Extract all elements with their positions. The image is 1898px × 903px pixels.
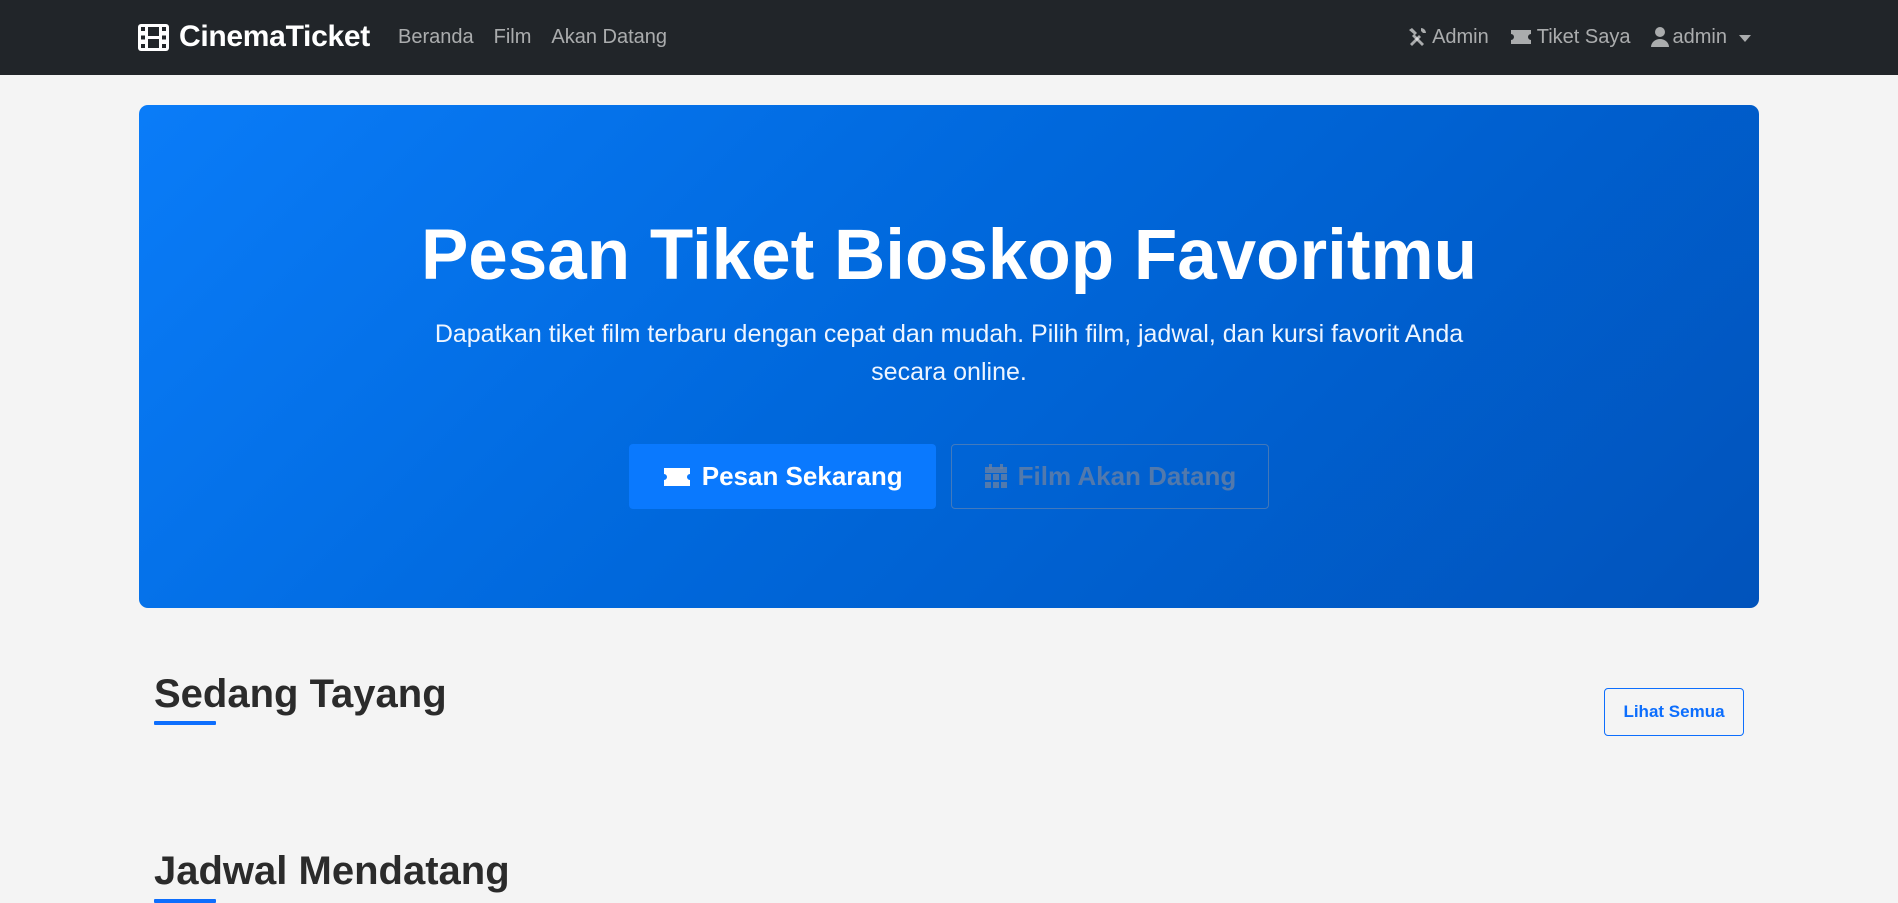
nav-admin-label: Admin	[1432, 26, 1489, 48]
tools-icon	[1409, 28, 1427, 46]
user-nav: Admin Tiket Saya admin	[1386, 24, 1751, 50]
nav-beranda[interactable]: Beranda	[398, 24, 474, 50]
user-name: admin	[1672, 26, 1727, 48]
chevron-down-icon	[1739, 34, 1751, 42]
upcoming-schedule-underline	[154, 899, 216, 903]
calendar-icon	[984, 463, 1007, 488]
film-icon	[138, 23, 169, 51]
nav-admin[interactable]: Admin	[1406, 24, 1489, 50]
nav-film[interactable]: Film	[494, 24, 532, 50]
upcoming-schedule-title: Jadwal Mendatang	[154, 849, 510, 893]
see-all-button[interactable]: Lihat Semua	[1604, 688, 1744, 736]
hero-subtitle: Dapatkan tiket film terbaru dengan cepat…	[434, 320, 1464, 386]
top-navbar: CinemaTicket Beranda Film Akan Datang Ad…	[0, 0, 1898, 75]
upcoming-films-button[interactable]: Film Akan Datang	[950, 444, 1270, 509]
hero-actions: Pesan Sekarang Film Akan Datang	[139, 444, 1759, 509]
now-showing-title: Sedang Tayang	[154, 672, 447, 716]
hero-banner: Pesan Tiket Bioskop Favoritmu Dapatkan t…	[139, 105, 1759, 608]
user-dropdown[interactable]: admin	[1650, 24, 1751, 50]
now-showing-underline	[154, 721, 216, 725]
book-now-label: Pesan Sekarang	[701, 461, 903, 491]
ticket-icon	[663, 467, 690, 486]
user-icon	[1650, 27, 1669, 47]
main-nav: Beranda Film Akan Datang	[398, 24, 687, 50]
brand-name: CinemaTicket	[179, 20, 370, 53]
nav-akan-datang[interactable]: Akan Datang	[551, 24, 667, 50]
brand-link[interactable]: CinemaTicket	[138, 18, 370, 56]
hero-title: Pesan Tiket Bioskop Favoritmu	[420, 216, 1478, 295]
nav-tiket-saya[interactable]: Tiket Saya	[1509, 24, 1631, 50]
ticket-icon	[1510, 30, 1531, 44]
upcoming-films-label: Film Akan Datang	[1017, 461, 1237, 491]
book-now-button[interactable]: Pesan Sekarang	[628, 444, 936, 509]
nav-tiket-saya-label: Tiket Saya	[1536, 26, 1631, 48]
